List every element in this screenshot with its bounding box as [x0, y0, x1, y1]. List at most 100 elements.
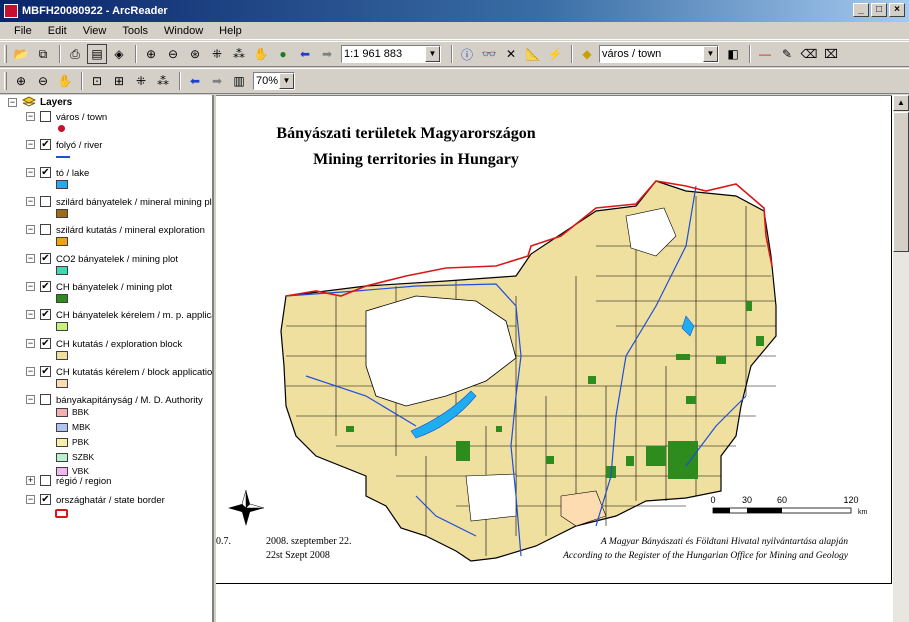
scale-combo[interactable]: 1:1 961 883 ▼: [341, 45, 441, 63]
layer-expand-toggle[interactable]: −: [26, 168, 35, 177]
menu-tools[interactable]: Tools: [114, 25, 156, 37]
hyperlink-icon[interactable]: ⚡: [545, 44, 565, 64]
map-date-en: 22st Szept 2008: [266, 550, 330, 561]
page-forward-icon[interactable]: ➡: [207, 71, 227, 91]
fixed-zoom-page-in-icon[interactable]: ⁜: [131, 71, 151, 91]
layout-view[interactable]: Bányászati területek Magyarországon Mini…: [216, 95, 892, 622]
zoom-out-page-icon[interactable]: ⊖: [33, 71, 53, 91]
layer-name[interactable]: szilárd bányatelek / mineral mining plot: [56, 197, 212, 208]
layer-expand-toggle[interactable]: −: [26, 395, 35, 404]
minimize-button[interactable]: _: [853, 3, 869, 17]
layer-expand-toggle[interactable]: −: [26, 282, 35, 291]
map-frame[interactable]: Bányászati területek Magyarországon Mini…: [216, 96, 892, 584]
vertical-scrollbar[interactable]: ▲: [892, 95, 909, 622]
layer-visibility-checkbox[interactable]: ✔: [40, 167, 51, 178]
open-icon[interactable]: 📂: [11, 44, 31, 64]
page-layout-icon[interactable]: ▤: [87, 44, 107, 64]
pan-icon[interactable]: ✋: [251, 44, 271, 64]
globe-icon[interactable]: ●: [273, 44, 293, 64]
layer-name[interactable]: CH bányatelek / mining plot: [56, 282, 172, 293]
authority-symbol-icon: [56, 438, 68, 447]
layer-name[interactable]: országhatár / state border: [56, 495, 165, 506]
scale-value: 1:1 961 883: [344, 48, 403, 60]
toggle-draft-icon[interactable]: ▥: [229, 71, 249, 91]
chevron-down-icon[interactable]: ▼: [425, 46, 440, 62]
eraser-icon[interactable]: ⌫: [799, 44, 819, 64]
layer-expand-toggle[interactable]: −: [26, 367, 35, 376]
zoom-combo[interactable]: 70% ▼: [253, 72, 295, 90]
pan-page-icon[interactable]: ✋: [55, 71, 75, 91]
layer-expand-toggle[interactable]: −: [26, 225, 35, 234]
menu-help[interactable]: Help: [211, 25, 250, 37]
swipe-icon[interactable]: ◧: [723, 44, 743, 64]
layer-expand-toggle[interactable]: −: [26, 495, 35, 504]
layer-expand-toggle[interactable]: −: [26, 339, 35, 348]
layer-name[interactable]: CH kutatás kérelem / block application: [56, 367, 212, 378]
layer-name[interactable]: CH bányatelek kérelem / m. p. applicatio…: [56, 310, 212, 321]
identify-icon[interactable]: ⓘ: [457, 44, 477, 64]
scroll-thumb[interactable]: [893, 112, 909, 252]
layer-visibility-checkbox[interactable]: ✔: [40, 309, 51, 320]
layer-visibility-checkbox[interactable]: [40, 111, 51, 122]
layer-visibility-checkbox[interactable]: [40, 475, 51, 486]
layer-visibility-checkbox[interactable]: ✔: [40, 253, 51, 264]
north-arrow: [228, 489, 265, 526]
layer-visibility-checkbox[interactable]: ✔: [40, 338, 51, 349]
menu-window[interactable]: Window: [156, 25, 211, 37]
layer-name[interactable]: bányakapitányság / M. D. Authority: [56, 395, 203, 406]
fixed-zoom-in-icon[interactable]: ⁜: [207, 44, 227, 64]
layer-name[interactable]: tó / lake: [56, 168, 89, 179]
forward-icon[interactable]: ➡: [317, 44, 337, 64]
toolbar-grip[interactable]: [4, 72, 7, 90]
layer-visibility-checkbox[interactable]: ✔: [40, 139, 51, 150]
zoom-whole-page-icon[interactable]: ⊡: [87, 71, 107, 91]
layer-visibility-checkbox[interactable]: [40, 394, 51, 405]
fixed-zoom-out-icon[interactable]: ⁂: [229, 44, 249, 64]
layer-expand-toggle[interactable]: −: [26, 254, 35, 263]
layer-expand-toggle[interactable]: −: [26, 197, 35, 206]
zoom-out-icon[interactable]: ⊖: [163, 44, 183, 64]
layer-visibility-checkbox[interactable]: [40, 196, 51, 207]
layer-name[interactable]: CO2 bányatelek / mining plot: [56, 254, 178, 265]
layer-name[interactable]: régió / region: [56, 476, 111, 487]
zoom-in-icon[interactable]: ⊕: [141, 44, 161, 64]
page-back-icon[interactable]: ⬅: [185, 71, 205, 91]
fixed-zoom-page-out-icon[interactable]: ⁂: [153, 71, 173, 91]
highlighter-icon[interactable]: ✎: [777, 44, 797, 64]
full-extent-icon[interactable]: ⊛: [185, 44, 205, 64]
layer-visibility-checkbox[interactable]: ✔: [40, 281, 51, 292]
clear-graphics-icon[interactable]: ⌧: [821, 44, 841, 64]
layer-name[interactable]: város / town: [56, 112, 107, 123]
layer-name[interactable]: CH kutatás / exploration block: [56, 339, 182, 350]
layer-visibility-checkbox[interactable]: [40, 224, 51, 235]
collapse-toggle[interactable]: −: [8, 98, 17, 107]
chevron-down-icon[interactable]: ▼: [279, 73, 294, 89]
back-icon[interactable]: ⬅: [295, 44, 315, 64]
layer-expand-toggle[interactable]: +: [26, 476, 35, 485]
toolbar-grip[interactable]: [4, 45, 7, 63]
layer-visibility-checkbox[interactable]: ✔: [40, 494, 51, 505]
data-view-icon[interactable]: ◈: [109, 44, 129, 64]
line-color-icon[interactable]: —: [755, 44, 775, 64]
go-to-xy-icon[interactable]: ✕: [501, 44, 521, 64]
layer-name[interactable]: folyó / river: [56, 140, 102, 151]
print-icon[interactable]: ⎙: [65, 44, 85, 64]
chevron-down-icon[interactable]: ▼: [703, 46, 718, 62]
layer-visibility-checkbox[interactable]: ✔: [40, 366, 51, 377]
layer-expand-toggle[interactable]: −: [26, 112, 35, 121]
layer-expand-toggle[interactable]: −: [26, 310, 35, 319]
maximize-button[interactable]: □: [871, 3, 887, 17]
menu-edit[interactable]: Edit: [40, 25, 75, 37]
find-icon[interactable]: 👓: [479, 44, 499, 64]
zoom-in-page-icon[interactable]: ⊕: [11, 71, 31, 91]
close-button[interactable]: ×: [889, 3, 905, 17]
copy-icon[interactable]: ⧉: [33, 44, 53, 64]
layer-combo[interactable]: város / town ▼: [599, 45, 719, 63]
scroll-up-icon[interactable]: ▲: [893, 95, 909, 111]
menu-file[interactable]: File: [6, 25, 40, 37]
zoom-100-icon[interactable]: ⊞: [109, 71, 129, 91]
layer-expand-toggle[interactable]: −: [26, 140, 35, 149]
measure-icon[interactable]: 📐: [523, 44, 543, 64]
menu-view[interactable]: View: [75, 25, 115, 37]
layer-name[interactable]: szilárd kutatás / mineral exploration: [56, 225, 205, 236]
